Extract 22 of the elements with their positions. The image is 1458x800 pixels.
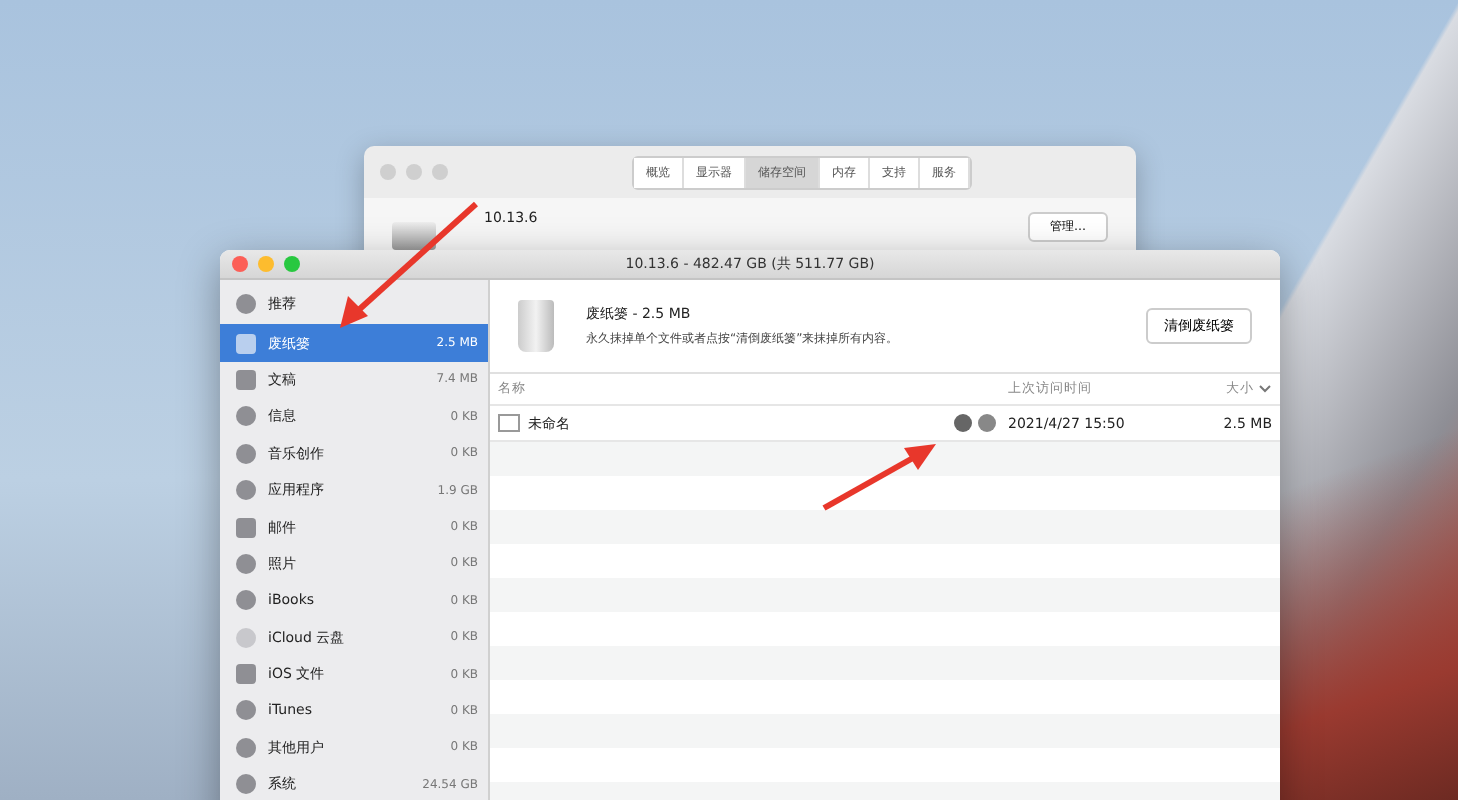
category-icon: [236, 517, 256, 538]
category-icon: [236, 664, 256, 685]
category-icon: [236, 294, 256, 315]
category-icon: [236, 406, 256, 427]
arrow-drawing: [820, 440, 940, 512]
category-icon: [236, 590, 256, 611]
category-icon: [236, 700, 256, 721]
close-icon[interactable]: [232, 256, 248, 272]
arrow-drawing: [336, 200, 480, 332]
category-icon: [236, 443, 256, 464]
category-icon: [236, 737, 256, 758]
zoom-icon[interactable]: [284, 256, 300, 272]
category-icon: [236, 369, 256, 390]
category-icon: [236, 553, 256, 574]
category-icon: [236, 627, 256, 648]
category-icon: [236, 480, 256, 501]
category-icon: [236, 774, 256, 795]
chevron-down-icon: [1258, 384, 1272, 394]
trash-can-icon: [518, 300, 554, 352]
minimize-icon[interactable]: [258, 256, 274, 272]
file-icon: [498, 414, 520, 432]
category-icon: [236, 333, 256, 354]
